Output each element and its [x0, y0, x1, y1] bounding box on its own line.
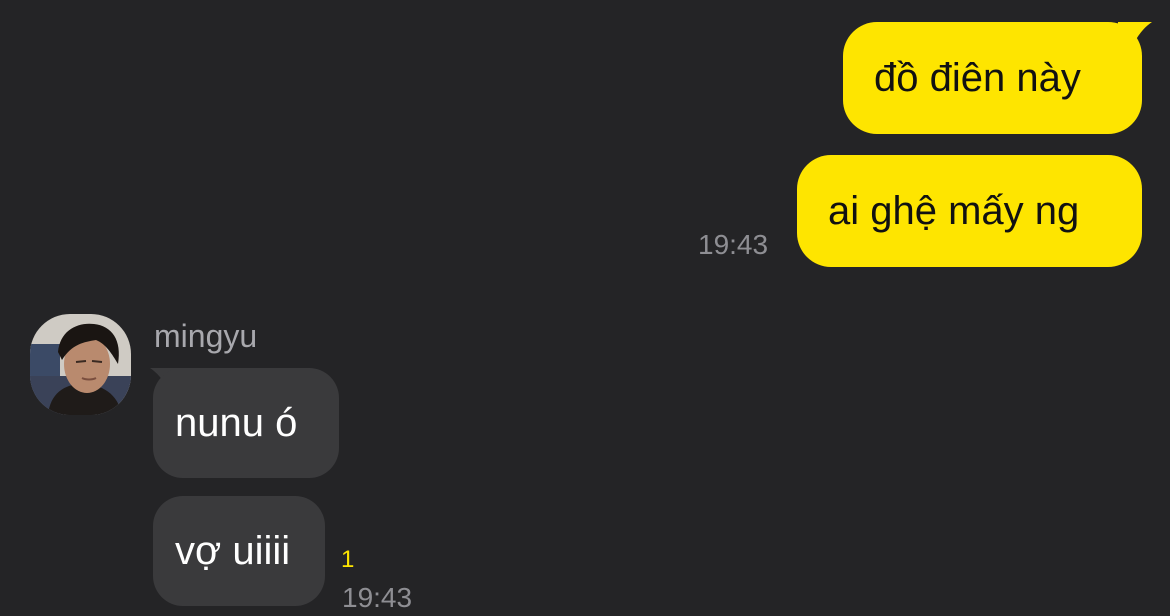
- sender-name: mingyu: [154, 318, 258, 354]
- outgoing-message-text: đồ điên này: [874, 56, 1081, 100]
- incoming-message-bubble[interactable]: nunu ó: [153, 368, 339, 478]
- outgoing-message-bubble[interactable]: ai ghệ mấy ng: [797, 155, 1142, 267]
- incoming-message-bubble[interactable]: vợ uiiii: [153, 496, 325, 606]
- profile-photo-icon: [30, 314, 131, 415]
- outgoing-message-text: ai ghệ mấy ng: [828, 189, 1080, 233]
- outgoing-message-bubble[interactable]: đồ điên này: [843, 22, 1142, 134]
- unread-count-badge: 1: [341, 546, 355, 573]
- avatar[interactable]: [30, 314, 131, 415]
- incoming-timestamp: 19:43: [342, 582, 413, 613]
- incoming-message-text: nunu ó: [175, 401, 298, 445]
- incoming-message-text: vợ uiiii: [175, 529, 291, 573]
- outgoing-timestamp: 19:43: [698, 229, 769, 260]
